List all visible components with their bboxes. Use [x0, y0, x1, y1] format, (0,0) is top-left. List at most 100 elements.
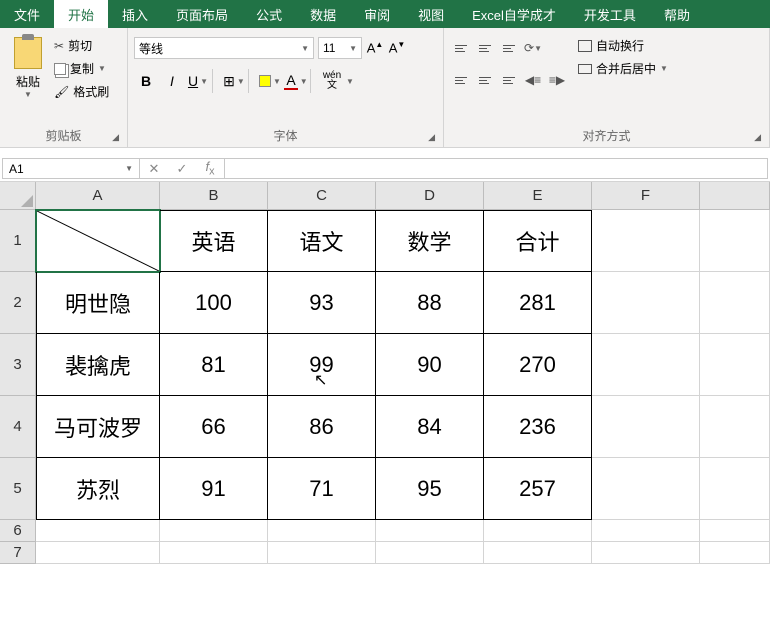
- cell-c1[interactable]: 语文: [268, 210, 376, 272]
- cell-d3[interactable]: 90: [376, 334, 484, 396]
- cell-f1[interactable]: [592, 210, 700, 272]
- cell-b5[interactable]: 91: [160, 458, 268, 520]
- row-header-2[interactable]: 2: [0, 272, 36, 334]
- cell-b1[interactable]: 英语: [160, 210, 268, 272]
- cell-f2[interactable]: [592, 272, 700, 334]
- cell-a7[interactable]: [36, 542, 160, 564]
- cell-a2[interactable]: 明世隐: [36, 272, 160, 334]
- tab-help[interactable]: 帮助: [650, 0, 704, 28]
- cell-a4[interactable]: 马可波罗: [36, 396, 160, 458]
- tab-developer[interactable]: 开发工具: [570, 0, 650, 28]
- font-color-button[interactable]: A▼: [284, 69, 308, 93]
- name-box[interactable]: A1▼: [2, 158, 140, 179]
- col-header-blank[interactable]: [700, 182, 770, 210]
- cell-b3[interactable]: 81: [160, 334, 268, 396]
- paste-button[interactable]: 粘贴: [16, 73, 40, 90]
- tab-custom[interactable]: Excel自学成才: [458, 0, 570, 28]
- cell-f4[interactable]: [592, 396, 700, 458]
- col-header-d[interactable]: D: [376, 182, 484, 210]
- row-header-1[interactable]: 1: [0, 210, 36, 272]
- merge-center-button[interactable]: 合并后居中▼: [578, 60, 668, 77]
- cell-d5[interactable]: 95: [376, 458, 484, 520]
- align-left-button[interactable]: [450, 69, 472, 91]
- align-right-button[interactable]: [498, 69, 520, 91]
- accept-formula-button[interactable]: ✓: [168, 161, 196, 177]
- cell-c3[interactable]: 99↖: [268, 334, 376, 396]
- row-header-7[interactable]: 7: [0, 542, 36, 564]
- cell-c7[interactable]: [268, 542, 376, 564]
- select-all-corner[interactable]: [0, 182, 36, 210]
- cell-g6[interactable]: [700, 520, 770, 542]
- row-header-6[interactable]: 6: [0, 520, 36, 542]
- align-launcher[interactable]: ◢: [754, 132, 761, 143]
- format-painter-button[interactable]: 格式刷: [54, 83, 109, 100]
- phonetic-button[interactable]: wén文: [320, 69, 344, 93]
- row-header-4[interactable]: 4: [0, 396, 36, 458]
- cell-g4[interactable]: [700, 396, 770, 458]
- fx-button[interactable]: fx: [196, 159, 224, 178]
- col-header-a[interactable]: A: [36, 182, 160, 210]
- cell-e3[interactable]: 270: [484, 334, 592, 396]
- align-center-button[interactable]: [474, 69, 496, 91]
- col-header-f[interactable]: F: [592, 182, 700, 210]
- worksheet[interactable]: A B C D E F 1 英语 语文 数学 合计 2 明世隐 100 93 8…: [0, 182, 770, 564]
- increase-indent-button[interactable]: ≡▶: [546, 69, 568, 91]
- increase-font-button[interactable]: A▲: [366, 40, 384, 55]
- tab-home[interactable]: 开始: [54, 0, 108, 28]
- cell-g1[interactable]: [700, 210, 770, 272]
- cell-e7[interactable]: [484, 542, 592, 564]
- formula-input[interactable]: [225, 158, 768, 179]
- cell-a1[interactable]: [36, 210, 160, 272]
- cell-e1[interactable]: 合计: [484, 210, 592, 272]
- cell-d6[interactable]: [376, 520, 484, 542]
- cell-b2[interactable]: 100: [160, 272, 268, 334]
- cell-c5[interactable]: 71: [268, 458, 376, 520]
- col-header-e[interactable]: E: [484, 182, 592, 210]
- clipboard-launcher[interactable]: ◢: [112, 132, 119, 143]
- tab-file[interactable]: 文件: [0, 0, 54, 28]
- cell-e4[interactable]: 236: [484, 396, 592, 458]
- row-header-3[interactable]: 3: [0, 334, 36, 396]
- font-launcher[interactable]: ◢: [428, 132, 435, 143]
- tab-pagelayout[interactable]: 页面布局: [162, 0, 242, 28]
- decrease-font-button[interactable]: A▼: [388, 40, 406, 55]
- copy-button[interactable]: 复制▼: [54, 60, 109, 77]
- align-top-button[interactable]: [450, 37, 472, 59]
- tab-formulas[interactable]: 公式: [242, 0, 296, 28]
- cell-a3[interactable]: 裴擒虎: [36, 334, 160, 396]
- font-name-select[interactable]: 等线▼: [134, 37, 314, 59]
- cell-c2[interactable]: 93: [268, 272, 376, 334]
- fill-color-button[interactable]: ▼: [258, 69, 282, 93]
- cell-f6[interactable]: [592, 520, 700, 542]
- cell-d7[interactable]: [376, 542, 484, 564]
- decrease-indent-button[interactable]: ◀≡: [522, 69, 544, 91]
- cell-g3[interactable]: [700, 334, 770, 396]
- cell-g5[interactable]: [700, 458, 770, 520]
- cell-g2[interactable]: [700, 272, 770, 334]
- wrap-text-button[interactable]: 自动换行: [578, 37, 668, 54]
- tab-review[interactable]: 审阅: [350, 0, 404, 28]
- align-middle-button[interactable]: [474, 37, 496, 59]
- tab-insert[interactable]: 插入: [108, 0, 162, 28]
- cell-e2[interactable]: 281: [484, 272, 592, 334]
- cell-a6[interactable]: [36, 520, 160, 542]
- bold-button[interactable]: B: [134, 69, 158, 93]
- cell-b6[interactable]: [160, 520, 268, 542]
- col-header-c[interactable]: C: [268, 182, 376, 210]
- cell-b4[interactable]: 66: [160, 396, 268, 458]
- cell-c6[interactable]: [268, 520, 376, 542]
- row-header-5[interactable]: 5: [0, 458, 36, 520]
- cell-d2[interactable]: 88: [376, 272, 484, 334]
- paste-dropdown[interactable]: ▼: [24, 90, 32, 99]
- cut-button[interactable]: 剪切: [54, 37, 109, 54]
- cell-d1[interactable]: 数学: [376, 210, 484, 272]
- cell-d4[interactable]: 84: [376, 396, 484, 458]
- cell-e6[interactable]: [484, 520, 592, 542]
- align-bottom-button[interactable]: [498, 37, 520, 59]
- cell-f3[interactable]: [592, 334, 700, 396]
- col-header-b[interactable]: B: [160, 182, 268, 210]
- cell-e5[interactable]: 257: [484, 458, 592, 520]
- cell-f5[interactable]: [592, 458, 700, 520]
- cell-c4[interactable]: 86: [268, 396, 376, 458]
- tab-data[interactable]: 数据: [296, 0, 350, 28]
